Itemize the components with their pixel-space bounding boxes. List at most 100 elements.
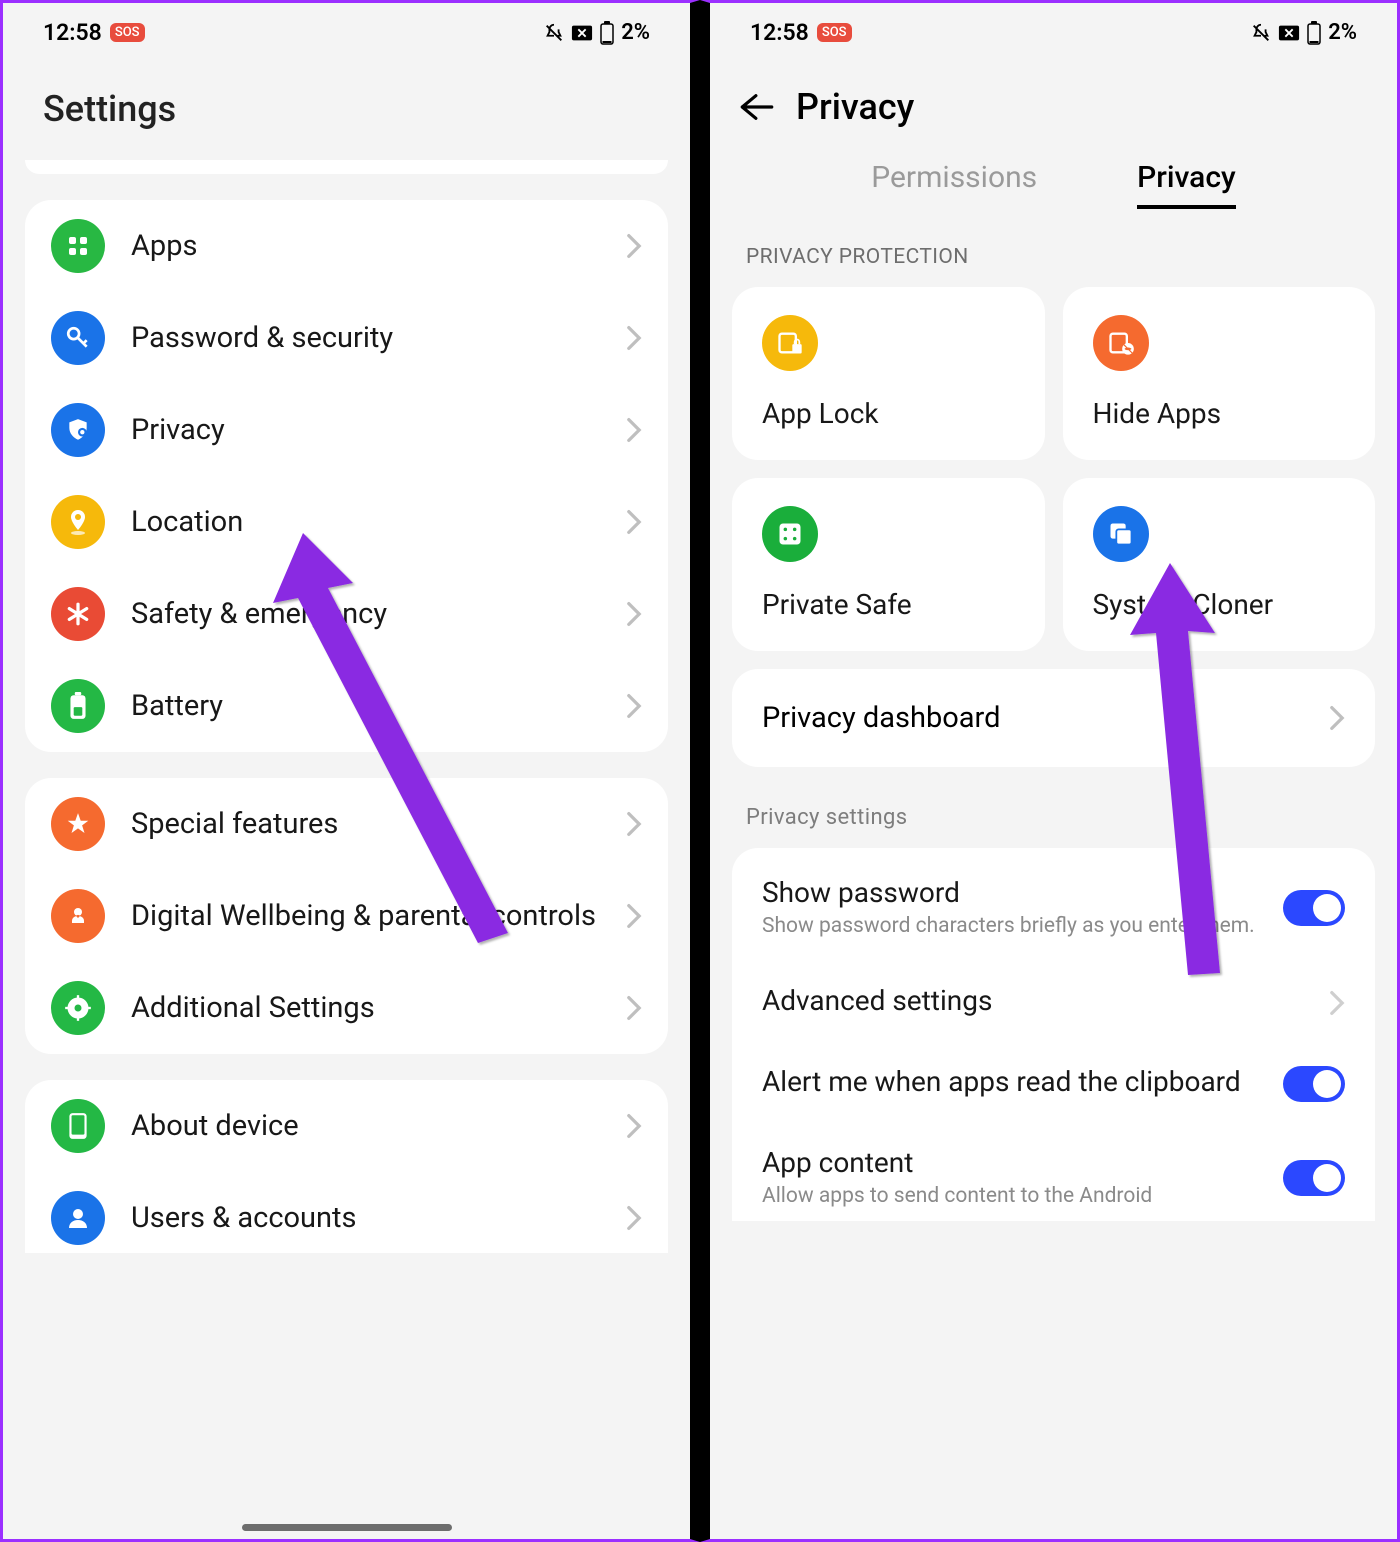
- settings-item-safety-emergency[interactable]: Safety & emergency: [25, 568, 668, 660]
- settings-item-label: Safety & emergency: [131, 597, 600, 631]
- page-title: Settings: [3, 58, 690, 160]
- privacy-screen: 12:58 SOS 2% Privacy Permissions Privacy…: [700, 0, 1400, 1542]
- row-clipboard-alert[interactable]: Alert me when apps read the clipboard: [732, 1043, 1375, 1124]
- tabs: Permissions Privacy: [710, 160, 1397, 209]
- status-bar: 12:58 SOS 2%: [710, 3, 1397, 58]
- privacy-dashboard-label: Privacy dashboard: [762, 701, 1000, 735]
- row-show-password[interactable]: Show password Show password characters b…: [732, 854, 1375, 962]
- sos-badge: SOS: [817, 23, 852, 42]
- tab-privacy[interactable]: Privacy: [1137, 160, 1236, 209]
- page-title: Privacy: [796, 86, 914, 128]
- tile-label: App Lock: [762, 397, 1015, 430]
- tile-app-lock[interactable]: App Lock: [732, 287, 1045, 460]
- settings-item-privacy[interactable]: Privacy: [25, 384, 668, 476]
- privacy-dashboard-row[interactable]: Privacy dashboard: [732, 669, 1375, 767]
- chevron-right-icon: [626, 1205, 642, 1231]
- toggle-clipboard[interactable]: [1283, 1066, 1345, 1102]
- section-header-privacy-settings: Privacy settings: [710, 799, 1397, 848]
- settings-item-battery[interactable]: Battery: [25, 660, 668, 752]
- chevron-right-icon: [626, 811, 642, 837]
- battery-percent: 2%: [621, 20, 650, 45]
- chevron-right-icon: [1329, 705, 1345, 731]
- back-arrow-icon[interactable]: [740, 92, 774, 122]
- system-cloner-icon: [1093, 506, 1149, 562]
- private-safe-icon: [762, 506, 818, 562]
- tile-label: System Cloner: [1093, 588, 1346, 621]
- settings-item-additional-settings[interactable]: Additional Settings: [25, 962, 668, 1054]
- chevron-right-icon: [626, 995, 642, 1021]
- bell-off-icon: [1250, 22, 1272, 44]
- toggle-app-content[interactable]: [1283, 1160, 1345, 1196]
- device-icon: [51, 1099, 105, 1153]
- card-peek: [25, 160, 668, 174]
- tile-label: Hide Apps: [1093, 397, 1346, 430]
- shield-icon: [51, 403, 105, 457]
- settings-item-about-device[interactable]: About device: [25, 1080, 668, 1172]
- chevron-right-icon: [626, 509, 642, 535]
- hide-apps-icon: [1093, 315, 1149, 371]
- star-icon: [51, 797, 105, 851]
- settings-item-digital-wellbeing[interactable]: Digital Wellbeing & parental controls: [25, 870, 668, 962]
- settings-item-apps[interactable]: Apps: [25, 200, 668, 292]
- apps-icon: [51, 219, 105, 273]
- heart-icon: [51, 889, 105, 943]
- sos-badge: SOS: [110, 23, 145, 42]
- battery-icon: [1306, 21, 1322, 45]
- tile-label: Private Safe: [762, 588, 1015, 621]
- privacy-settings-list: Show password Show password characters b…: [732, 848, 1375, 1221]
- battery-icon: [51, 679, 105, 733]
- pin-icon: [51, 495, 105, 549]
- settings-item-label: Privacy: [131, 413, 600, 447]
- settings-screen: 12:58 SOS 2% Settings Apps Password & se…: [0, 0, 700, 1542]
- settings-item-location[interactable]: Location: [25, 476, 668, 568]
- settings-item-label: Apps: [131, 229, 600, 263]
- status-time: 12:58: [750, 19, 809, 46]
- settings-item-label: Additional Settings: [131, 991, 600, 1025]
- row-app-content[interactable]: App content Allow apps to send content t…: [732, 1124, 1375, 1214]
- tile-system-cloner[interactable]: System Cloner: [1063, 478, 1376, 651]
- settings-item-label: Password & security: [131, 321, 600, 355]
- settings-group-1: Apps Password & security Privacy Locatio…: [25, 200, 668, 752]
- chevron-right-icon: [626, 601, 642, 627]
- card-x-icon: [571, 24, 593, 42]
- toggle-show-password[interactable]: [1283, 890, 1345, 926]
- settings-group-3: About device Users & accounts: [25, 1080, 668, 1253]
- key-icon: [51, 311, 105, 365]
- user-icon: [51, 1191, 105, 1245]
- bell-off-icon: [543, 22, 565, 44]
- status-bar: 12:58 SOS 2%: [3, 3, 690, 58]
- asterisk-icon: [51, 587, 105, 641]
- gear-icon: [51, 981, 105, 1035]
- row-subtitle: Allow apps to send content to the Androi…: [762, 1183, 1265, 1210]
- battery-icon: [599, 21, 615, 45]
- nav-pill[interactable]: [242, 1524, 452, 1531]
- chevron-right-icon: [626, 233, 642, 259]
- chevron-right-icon: [626, 325, 642, 351]
- settings-item-label: Special features: [131, 807, 600, 841]
- chevron-right-icon: [626, 693, 642, 719]
- row-advanced-settings[interactable]: Advanced settings: [732, 962, 1375, 1043]
- settings-item-label: About device: [131, 1109, 600, 1143]
- settings-item-password-security[interactable]: Password & security: [25, 292, 668, 384]
- tile-private-safe[interactable]: Private Safe: [732, 478, 1045, 651]
- privacy-tiles: App Lock Hide Apps Private Safe System C…: [732, 287, 1375, 651]
- settings-item-users-accounts[interactable]: Users & accounts: [25, 1172, 668, 1253]
- settings-item-label: Digital Wellbeing & parental controls: [131, 898, 600, 934]
- row-subtitle: Show password characters briefly as you …: [762, 913, 1265, 940]
- row-title: Show password: [762, 876, 1265, 909]
- settings-item-label: Battery: [131, 689, 600, 723]
- tile-hide-apps[interactable]: Hide Apps: [1063, 287, 1376, 460]
- status-time: 12:58: [43, 19, 102, 46]
- settings-item-label: Location: [131, 505, 600, 539]
- row-title: Alert me when apps read the clipboard: [762, 1065, 1265, 1098]
- card-x-icon: [1278, 24, 1300, 42]
- chevron-right-icon: [1329, 990, 1345, 1016]
- status-right: 2%: [543, 20, 650, 45]
- tab-permissions[interactable]: Permissions: [871, 160, 1037, 209]
- chevron-right-icon: [626, 417, 642, 443]
- settings-item-label: Users & accounts: [131, 1201, 600, 1235]
- section-header-privacy-protection: PRIVACY PROTECTION: [710, 239, 1397, 287]
- page-header: Privacy: [710, 58, 1397, 152]
- settings-item-special-features[interactable]: Special features: [25, 778, 668, 870]
- row-title: Advanced settings: [762, 984, 1311, 1017]
